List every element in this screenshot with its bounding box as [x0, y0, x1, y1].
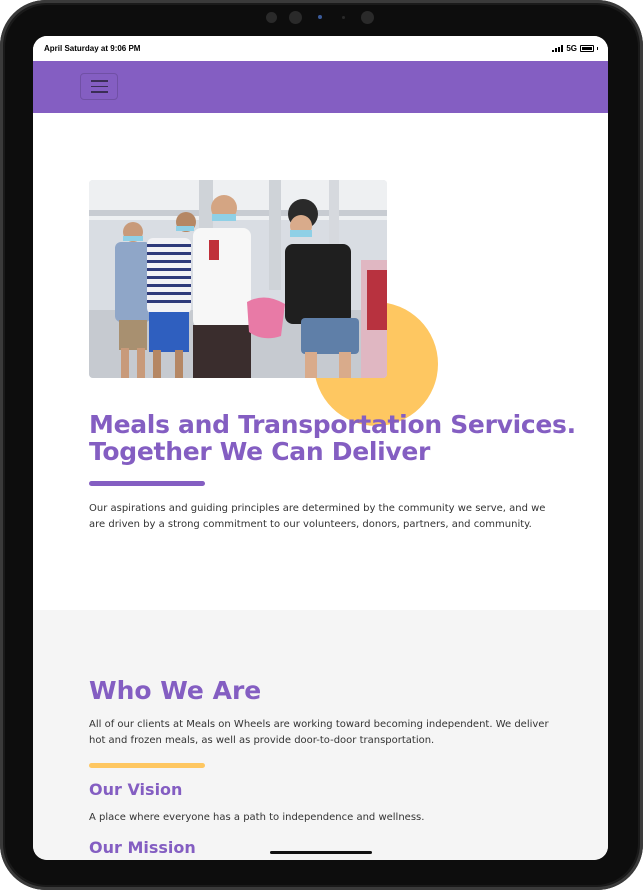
vision-title: Our Vision — [89, 780, 183, 799]
mission-title: Our Mission — [89, 838, 196, 857]
vision-text: A place where everyone has a path to ind… — [89, 812, 425, 823]
hero-title-line1: Meals and Transportation Services. — [89, 410, 576, 439]
hero-section: Meals and Transportation Services. Toget… — [33, 113, 608, 610]
who-we-are-title: Who We Are — [89, 676, 262, 705]
network-label: 5G — [566, 44, 577, 53]
status-bar: April Saturday at 9:06 PM 5G — [33, 36, 608, 61]
tablet-frame: April Saturday at 9:06 PM 5G Meals and T… — [0, 0, 643, 890]
camera-bar — [266, 11, 378, 25]
who-we-are-section: Who We Are All of our clients at Meals o… — [33, 610, 608, 860]
hamburger-icon-line — [90, 91, 108, 93]
section-underline — [89, 763, 205, 768]
who-we-are-description: All of our clients at Meals on Wheels ar… — [89, 719, 549, 746]
home-indicator[interactable] — [270, 851, 372, 854]
hero-title: Meals and Transportation Services. Toget… — [89, 411, 589, 465]
hamburger-icon-line — [90, 85, 108, 88]
title-underline — [89, 481, 205, 486]
status-indicators: 5G — [552, 44, 598, 53]
navbar — [33, 61, 608, 113]
battery-tip — [597, 47, 598, 50]
signal-icon — [552, 45, 564, 52]
hero-description: Our aspirations and guiding principles a… — [89, 503, 546, 530]
hero-image — [89, 180, 387, 378]
status-time: April Saturday at 9:06 PM — [44, 44, 141, 53]
menu-toggle-button[interactable] — [80, 73, 118, 100]
battery-icon — [580, 45, 594, 52]
hamburger-icon — [90, 80, 108, 82]
hero-title-line2: Together We Can Deliver — [89, 437, 431, 466]
screen: April Saturday at 9:06 PM 5G Meals and T… — [33, 36, 608, 860]
